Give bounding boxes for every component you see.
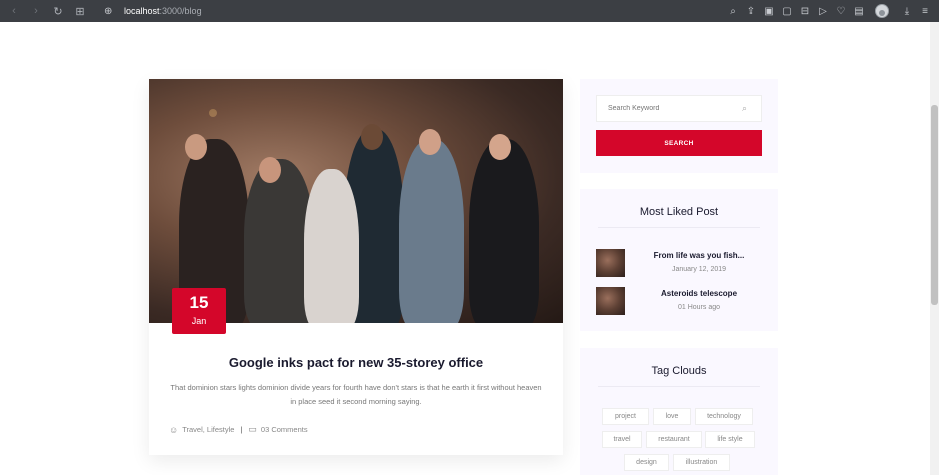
tag-technology[interactable]: technology bbox=[695, 408, 753, 425]
tag-design[interactable]: design bbox=[624, 454, 669, 471]
url-path: :3000/blog bbox=[159, 6, 202, 16]
wallet-icon[interactable]: ⊟ bbox=[797, 3, 813, 19]
back-icon[interactable]: ‹ bbox=[6, 3, 22, 19]
reload-icon[interactable]: ↻ bbox=[50, 3, 66, 19]
date-day: 15 bbox=[189, 293, 209, 312]
liked-post-item[interactable]: From life was you fish... January 12, 20… bbox=[596, 249, 766, 277]
tag-cloud-widget: Tag Clouds project love technology trave… bbox=[580, 348, 778, 475]
post-meta: ☺ Travel, Lifestyle | ▭ 03 Comments bbox=[169, 424, 308, 435]
search-icon[interactable]: ⌕ bbox=[742, 103, 747, 114]
post-excerpt: That dominion stars lights dominion divi… bbox=[170, 383, 542, 406]
comment-icon: ▭ bbox=[248, 424, 257, 434]
avatar-head-icon bbox=[879, 10, 885, 16]
meta-divider: | bbox=[240, 425, 243, 434]
page-scrollbar[interactable] bbox=[930, 22, 939, 475]
tabs-grid-icon[interactable]: ⊞ bbox=[72, 3, 88, 19]
download-icon[interactable]: ⤓ bbox=[899, 3, 915, 19]
widget-title: Tag Clouds bbox=[651, 365, 707, 377]
widget-title: Most Liked Post bbox=[639, 206, 719, 218]
post-categories[interactable]: Travel, Lifestyle bbox=[182, 425, 234, 434]
most-liked-widget: Most Liked Post From life was you fish..… bbox=[580, 189, 778, 331]
liked-post-date: 01 Hours ago bbox=[677, 304, 721, 311]
post-title[interactable]: Google inks pact for new 35-storey offic… bbox=[149, 355, 563, 370]
tag-restaurant[interactable]: restaurant bbox=[646, 431, 702, 448]
address-bar[interactable]: localhost:3000/blog bbox=[124, 6, 202, 16]
profile-avatar[interactable] bbox=[875, 4, 889, 18]
menu-icon[interactable]: ≡ bbox=[917, 3, 933, 19]
liked-post-thumbnail[interactable] bbox=[596, 249, 625, 277]
screenshot-icon[interactable]: ▣ bbox=[761, 3, 777, 19]
scrollbar-thumb[interactable] bbox=[931, 105, 938, 305]
forward-icon[interactable]: › bbox=[28, 3, 44, 19]
post-image[interactable] bbox=[149, 79, 563, 323]
tag-life-style[interactable]: life style bbox=[705, 431, 755, 448]
date-month: Jan bbox=[191, 316, 207, 326]
browser-toolbar: ‹ › ↻ ⊞ ⊕ localhost:3000/blog ⌕ ⇪ ▣ ▢ ⊟ … bbox=[0, 0, 939, 22]
divider bbox=[598, 386, 760, 387]
liked-post-title[interactable]: From life was you fish... bbox=[634, 251, 764, 260]
url-host: localhost bbox=[124, 6, 160, 16]
heart-icon[interactable]: ♡ bbox=[833, 3, 849, 19]
tag-travel[interactable]: travel bbox=[602, 431, 642, 448]
liked-post-title[interactable]: Asteroids telescope bbox=[634, 289, 764, 298]
search-input[interactable] bbox=[596, 95, 762, 122]
user-icon: ☺ bbox=[169, 424, 179, 435]
tag-love[interactable]: love bbox=[653, 408, 691, 425]
search-widget: ⌕ SEARCH bbox=[580, 79, 778, 173]
divider bbox=[598, 227, 760, 228]
share-icon[interactable]: ⇪ bbox=[743, 3, 759, 19]
date-badge: 15 Jan bbox=[172, 288, 226, 334]
site-info-icon[interactable]: ⊕ bbox=[104, 6, 116, 17]
sidebar-icon[interactable]: ▤ bbox=[851, 3, 867, 19]
blog-post-card: 15 Jan Google inks pact for new 35-store… bbox=[149, 79, 563, 455]
search-button[interactable]: SEARCH bbox=[596, 130, 762, 156]
extension-icon[interactable]: ▢ bbox=[779, 3, 795, 19]
liked-post-date: January 12, 2019 bbox=[671, 266, 727, 273]
send-icon[interactable]: ▷ bbox=[815, 3, 831, 19]
search-icon[interactable]: ⌕ bbox=[725, 3, 741, 19]
post-comments[interactable]: 03 Comments bbox=[261, 425, 308, 434]
tag-project[interactable]: project bbox=[602, 408, 649, 425]
liked-post-thumbnail[interactable] bbox=[596, 287, 625, 315]
liked-post-item[interactable]: Asteroids telescope 01 Hours ago bbox=[596, 287, 766, 315]
tag-illustration[interactable]: illustration bbox=[673, 454, 730, 471]
